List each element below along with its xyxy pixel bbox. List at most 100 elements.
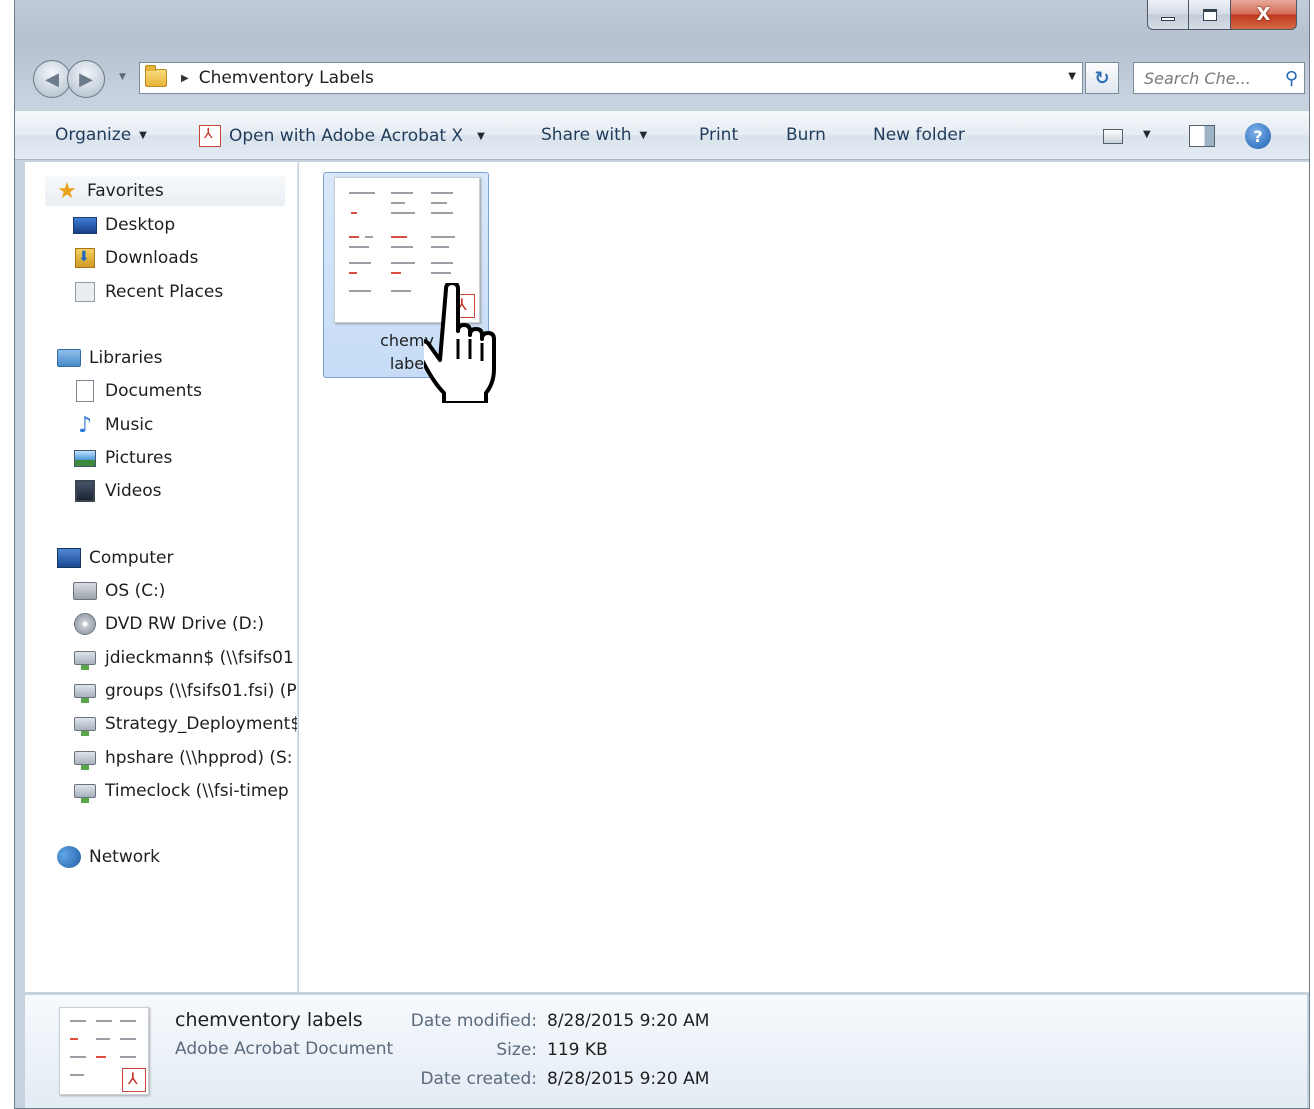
print-button[interactable]: Print <box>699 125 738 145</box>
nav-downloads[interactable]: Downloads <box>73 247 198 269</box>
recent-pages-dropdown[interactable]: ▼ <box>119 72 126 82</box>
pictures-icon <box>74 449 96 467</box>
nav-documents[interactable]: Documents <box>73 380 202 402</box>
downloads-icon <box>75 248 95 268</box>
nav-recent-places[interactable]: Recent Places <box>73 281 223 303</box>
open-with-button[interactable]: Open with Adobe Acrobat X ▼ <box>199 125 485 147</box>
view-options-dropdown-icon[interactable]: ▼ <box>1143 129 1151 140</box>
open-with-label: Open with Adobe Acrobat X <box>229 126 464 146</box>
size-label: Size: <box>496 1040 537 1060</box>
minimize-icon <box>1161 16 1175 21</box>
network-globe-icon <box>57 846 81 868</box>
nav-share-groups[interactable]: groups (\\fsifs01.fsi) (P <box>73 680 297 703</box>
preview-pane-icon[interactable] <box>1189 125 1215 147</box>
star-icon: ★ <box>57 178 77 204</box>
network-drive-icon <box>74 651 96 670</box>
nav-pictures[interactable]: Pictures <box>73 447 172 469</box>
date-modified-value[interactable]: 8/28/2015 9:20 AM <box>547 1011 709 1031</box>
acrobat-icon <box>199 125 221 147</box>
nav-computer-label: Computer <box>89 548 174 568</box>
print-label: Print <box>699 125 739 145</box>
dvd-drive-icon <box>74 613 96 635</box>
refresh-button[interactable]: ↻ <box>1085 62 1119 94</box>
nav-drive-c-label: OS (C:) <box>105 581 166 601</box>
maximize-button[interactable] <box>1189 0 1231 30</box>
nav-share-strategy[interactable]: Strategy_Deployment$ <box>73 713 298 736</box>
change-view-icon[interactable] <box>1103 129 1123 144</box>
nav-share-jdieckmann[interactable]: jdieckmann$ (\\fsifs01 <box>73 647 294 670</box>
network-drive-icon <box>74 784 96 803</box>
close-icon: X <box>1256 4 1271 25</box>
nav-favorites-label: Favorites <box>87 181 164 201</box>
new-folder-button[interactable]: New folder <box>873 125 965 145</box>
nav-share2-label: groups (\\fsifs01.fsi) (P <box>105 681 297 701</box>
nav-videos-label: Videos <box>105 481 162 501</box>
burn-label: Burn <box>786 125 826 145</box>
date-created-label: Date created: <box>420 1069 537 1089</box>
chevron-down-icon: ▼ <box>639 129 648 141</box>
burn-button[interactable]: Burn <box>786 125 826 145</box>
details-thumbnail <box>59 1007 149 1095</box>
address-dropdown-icon[interactable]: ▼ <box>1068 71 1076 82</box>
explorer-window: X ◀ ▶ ▼ ▶ Chemventory Labels ▼ ↻ ⚲ Organ… <box>14 0 1310 1109</box>
share-with-label: Share with <box>541 125 632 145</box>
forward-button[interactable]: ▶ <box>67 60 105 98</box>
file-item-chemventory-labels[interactable]: chemv labe <box>323 172 496 403</box>
nav-share-timeclock[interactable]: Timeclock (\\fsi-timep <box>73 780 289 803</box>
address-bar[interactable]: ▶ Chemventory Labels ▼ <box>139 62 1083 94</box>
libraries-icon <box>57 349 81 367</box>
nav-computer[interactable]: Computer <box>57 547 174 569</box>
back-button[interactable]: ◀ <box>33 60 71 98</box>
share-with-button[interactable]: Share with ▼ <box>541 125 647 145</box>
chevron-down-icon[interactable]: ▼ <box>477 131 485 142</box>
nav-downloads-label: Downloads <box>105 248 199 268</box>
chevron-down-icon: ▼ <box>139 129 147 141</box>
folder-icon <box>145 65 167 87</box>
details-file-type: Adobe Acrobat Document <box>175 1039 394 1059</box>
nav-videos[interactable]: Videos <box>73 480 162 502</box>
search-box[interactable]: ⚲ <box>1133 62 1305 94</box>
nav-libraries[interactable]: Libraries <box>57 347 162 369</box>
nav-share5-label: Timeclock (\\fsi-timep <box>105 781 289 801</box>
refresh-icon: ↻ <box>1094 67 1110 89</box>
nav-share1-label: jdieckmann$ (\\fsifs01 <box>105 648 294 668</box>
command-bar: Organize ▼ Open with Adobe Acrobat X ▼ Sha… <box>15 110 1309 160</box>
videos-icon <box>75 480 95 502</box>
recent-places-icon <box>75 282 95 302</box>
date-created-value[interactable]: 8/28/2015 9:20 AM <box>547 1069 709 1089</box>
back-arrow-icon: ◀ <box>45 68 59 90</box>
breadcrumb-chemventory-labels[interactable]: Chemventory Labels <box>199 68 374 88</box>
minimize-button[interactable] <box>1147 0 1189 30</box>
hard-drive-icon <box>73 582 97 600</box>
nav-documents-label: Documents <box>105 381 202 401</box>
maximize-icon <box>1202 8 1217 21</box>
search-input[interactable] <box>1144 68 1270 88</box>
nav-desktop[interactable]: Desktop <box>73 214 175 236</box>
organize-button[interactable]: Organize ▼ <box>55 125 147 145</box>
close-button[interactable]: X <box>1231 0 1297 30</box>
nav-desktop-label: Desktop <box>105 215 176 235</box>
new-folder-label: New folder <box>873 125 965 145</box>
network-drive-icon <box>74 717 96 736</box>
network-drive-icon <box>74 751 96 770</box>
help-icon[interactable]: ? <box>1245 123 1271 149</box>
file-list: chemv labe <box>299 162 1309 992</box>
nav-share3-label: Strategy_Deployment$ <box>105 714 298 734</box>
nav-favorites[interactable]: ★ Favorites <box>45 176 285 206</box>
breadcrumb-chevron-icon[interactable]: ▶ <box>181 73 189 84</box>
details-file-name: chemventory labels <box>175 1009 363 1031</box>
acrobat-badge-icon <box>122 1068 146 1092</box>
nav-drive-d[interactable]: DVD RW Drive (D:) <box>73 613 264 635</box>
documents-icon <box>76 380 94 402</box>
date-modified-label: Date modified: <box>410 1011 537 1031</box>
nav-drive-c[interactable]: OS (C:) <box>73 580 165 602</box>
desktop-icon <box>73 216 97 234</box>
nav-music-label: Music <box>105 415 154 435</box>
music-note-icon: ♪ <box>77 412 93 438</box>
nav-music[interactable]: ♪ Music <box>73 412 154 438</box>
nav-share-hpshare[interactable]: hpshare (\\hpprod) (S: <box>73 747 293 770</box>
nav-network[interactable]: Network <box>57 846 160 868</box>
computer-icon <box>57 548 81 568</box>
search-icon[interactable]: ⚲ <box>1285 68 1298 89</box>
nav-drive-d-label: DVD RW Drive (D:) <box>105 614 265 634</box>
